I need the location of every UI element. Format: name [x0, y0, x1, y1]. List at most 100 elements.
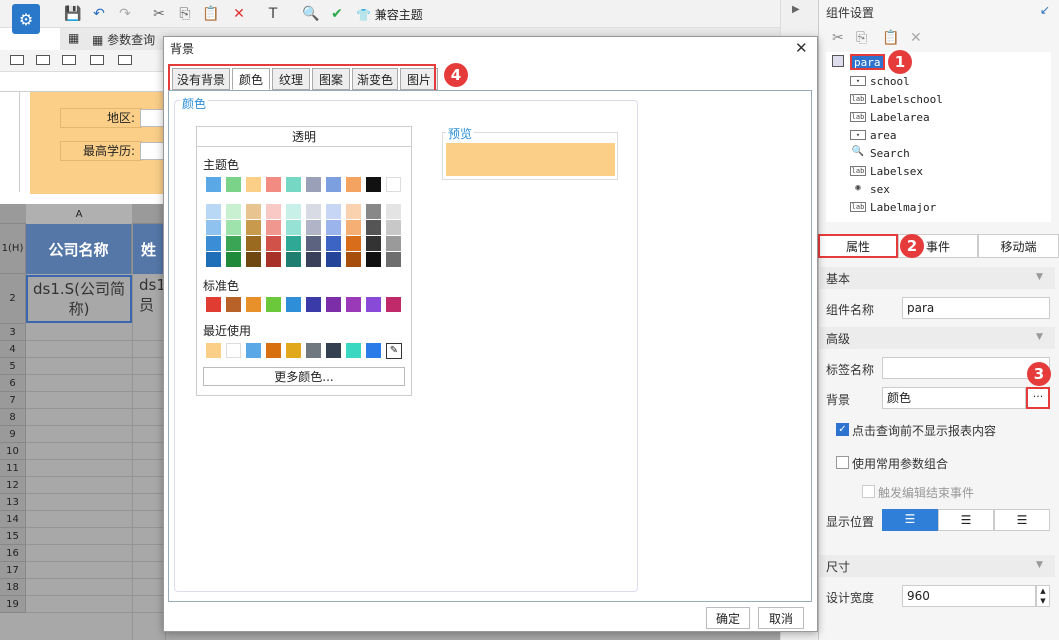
grid-icon[interactable]: ▦: [68, 31, 79, 45]
data-cell-b[interactable]: ds1员: [133, 275, 166, 323]
date-widget-icon[interactable]: [118, 55, 132, 65]
expand-arrow-icon[interactable]: ▶: [792, 4, 800, 15]
theme-color-swatch[interactable]: [366, 177, 381, 192]
theme-shade-swatch[interactable]: [386, 204, 401, 219]
theme-color-swatch[interactable]: [226, 177, 241, 192]
tree-node-search[interactable]: 🔍 Search: [850, 145, 910, 161]
theme-shade-swatch[interactable]: [306, 204, 321, 219]
row-number[interactable]: 6: [0, 375, 26, 392]
tab-mobile[interactable]: 移动端: [978, 234, 1059, 258]
tree-node-school[interactable]: ▾ school: [850, 73, 910, 89]
standard-color-swatch[interactable]: [366, 297, 381, 312]
theme-shade-swatch[interactable]: [306, 236, 321, 251]
recent-color-swatch[interactable]: [366, 343, 381, 358]
collapse-icon[interactable]: ↙: [1040, 3, 1050, 17]
standard-color-swatch[interactable]: [306, 297, 321, 312]
tree-node-area[interactable]: ▾ area: [850, 127, 897, 143]
theme-shade-swatch[interactable]: [206, 252, 221, 267]
row-number[interactable]: 9: [0, 426, 26, 443]
theme-shade-swatch[interactable]: [226, 220, 241, 235]
theme-shade-swatch[interactable]: [326, 204, 341, 219]
cut-icon[interactable]: ✂: [148, 3, 170, 25]
standard-color-swatch[interactable]: [386, 297, 401, 312]
checkbox-edit-end[interactable]: [862, 485, 875, 498]
align-left-icon[interactable]: ☰: [882, 509, 938, 531]
row-number[interactable]: 5: [0, 358, 26, 375]
recent-color-swatch[interactable]: [206, 343, 221, 358]
check-icon[interactable]: ✔: [326, 3, 348, 25]
row-number[interactable]: 7: [0, 392, 26, 409]
bg-field[interactable]: 颜色: [882, 387, 1026, 409]
tab-properties[interactable]: 属性: [818, 234, 898, 258]
standard-color-swatch[interactable]: [226, 297, 241, 312]
combo-widget-icon[interactable]: [90, 55, 104, 65]
theme-shade-swatch[interactable]: [226, 252, 241, 267]
transparent-option[interactable]: 透明: [197, 127, 411, 147]
theme-shade-swatch[interactable]: [306, 252, 321, 267]
tree-node-para[interactable]: para: [850, 54, 885, 70]
theme-shade-swatch[interactable]: [226, 204, 241, 219]
theme-color-swatch[interactable]: [346, 177, 361, 192]
company-name-header-cell[interactable]: 公司名称: [26, 224, 132, 274]
theme-shade-swatch[interactable]: [206, 220, 221, 235]
tab-param-query[interactable]: ▦ 参数查询: [92, 31, 155, 48]
theme-shade-swatch[interactable]: [246, 220, 261, 235]
bg-more-button[interactable]: ···: [1026, 387, 1050, 409]
column-a-header[interactable]: A: [26, 204, 132, 224]
theme-shade-swatch[interactable]: [326, 236, 341, 251]
theme-shade-swatch[interactable]: [386, 220, 401, 235]
theme-shade-swatch[interactable]: [386, 252, 401, 267]
tree-node-labelarea[interactable]: lab Labelarea: [850, 109, 930, 125]
chevron-down-icon[interactable]: ▼: [1036, 272, 1043, 282]
tree-node-labelschool[interactable]: lab Labelschool: [850, 91, 943, 107]
theme-shade-swatch[interactable]: [306, 220, 321, 235]
row-number[interactable]: 4: [0, 341, 26, 358]
recent-color-swatch[interactable]: [326, 343, 341, 358]
copy-icon[interactable]: ⎘: [174, 3, 196, 25]
row-number[interactable]: 17: [0, 562, 26, 579]
row-number[interactable]: 13: [0, 494, 26, 511]
checkbox-common-params[interactable]: [836, 456, 849, 469]
tree-node-sex[interactable]: ◉ sex: [850, 181, 890, 197]
theme-shade-swatch[interactable]: [286, 220, 301, 235]
size-section[interactable]: [820, 555, 1055, 577]
theme-shade-swatch[interactable]: [206, 236, 221, 251]
theme-shade-swatch[interactable]: [326, 220, 341, 235]
checkbox-hide-content[interactable]: ✓: [836, 423, 849, 436]
header-cell-b[interactable]: 姓: [133, 224, 165, 274]
name-field[interactable]: para: [902, 297, 1050, 319]
more-colors-button[interactable]: 更多颜色...: [203, 367, 405, 386]
chevron-down-icon[interactable]: ▼: [1036, 332, 1043, 342]
row-number[interactable]: 18: [0, 579, 26, 596]
theme-shade-swatch[interactable]: [266, 204, 281, 219]
recent-color-swatch[interactable]: [266, 343, 281, 358]
standard-color-swatch[interactable]: [246, 297, 261, 312]
param-panel[interactable]: 地区: 最高学历:: [30, 92, 170, 194]
theme-shade-swatch[interactable]: [366, 252, 381, 267]
recent-color-swatch[interactable]: [246, 343, 261, 358]
theme-shade-swatch[interactable]: [246, 236, 261, 251]
row-number[interactable]: 2: [0, 274, 26, 324]
recent-color-swatch[interactable]: [306, 343, 321, 358]
copy-icon[interactable]: ⎘: [856, 30, 867, 46]
row-number[interactable]: 1(H): [0, 224, 26, 274]
recent-color-swatch[interactable]: [346, 343, 361, 358]
theme-color-swatch[interactable]: [306, 177, 321, 192]
redo-icon[interactable]: ↷: [114, 3, 136, 25]
standard-color-swatch[interactable]: [326, 297, 341, 312]
theme-color-swatch[interactable]: [206, 177, 221, 192]
width-field[interactable]: 960: [902, 585, 1036, 607]
theme-shade-swatch[interactable]: [246, 204, 261, 219]
width-stepper[interactable]: ▲ ▼: [1036, 585, 1050, 607]
text-icon[interactable]: T: [262, 3, 284, 25]
theme-shade-swatch[interactable]: [286, 236, 301, 251]
row-number[interactable]: 8: [0, 409, 26, 426]
align-center-icon[interactable]: ☰: [938, 509, 994, 531]
theme-color-swatch[interactable]: [246, 177, 261, 192]
standard-color-swatch[interactable]: [266, 297, 281, 312]
theme-shade-swatch[interactable]: [206, 204, 221, 219]
button-widget-icon[interactable]: [62, 55, 76, 65]
cut-icon[interactable]: ✂: [832, 30, 844, 46]
row-number[interactable]: 12: [0, 477, 26, 494]
theme-shade-swatch[interactable]: [286, 252, 301, 267]
